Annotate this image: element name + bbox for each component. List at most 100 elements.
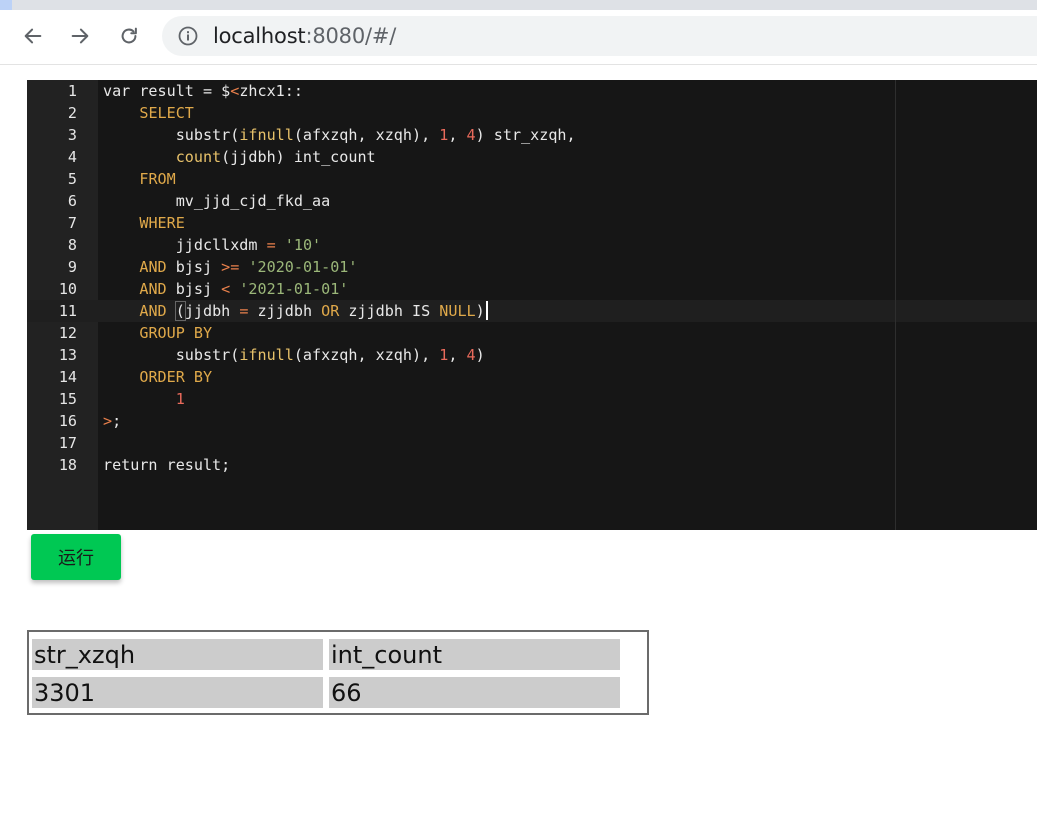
column-header: str_xzqh xyxy=(32,639,323,670)
code-token: ) xyxy=(475,346,485,364)
code-token: ORDER BY xyxy=(139,368,213,386)
line-number: 17 xyxy=(58,434,77,452)
reload-button[interactable] xyxy=(113,20,145,52)
print-margin xyxy=(895,80,896,530)
code-text: >; xyxy=(103,410,121,432)
arrow-right-icon xyxy=(71,28,89,44)
tab-strip xyxy=(0,0,1037,10)
code-text: SELECT xyxy=(103,102,194,124)
url-host: localhost xyxy=(213,24,306,48)
code-token: substr( xyxy=(103,346,240,364)
table-cell: 66 xyxy=(329,677,620,708)
code-token: < xyxy=(230,82,240,100)
address-bar[interactable]: localhost:8080/#/ xyxy=(162,16,1037,56)
code-token: '2021-01-01' xyxy=(239,280,349,298)
line-number: 14 xyxy=(58,368,77,386)
code-token: 1 xyxy=(439,126,449,144)
code-token: jjdbh xyxy=(184,302,240,320)
code-text: var result = $<zhcx1:: xyxy=(103,80,303,102)
code-token: GROUP BY xyxy=(139,324,213,342)
code-text: 1 xyxy=(103,388,185,410)
url-text[interactable]: localhost:8080/#/ xyxy=(213,24,396,48)
result-table: str_xzqh int_count 3301 66 xyxy=(27,630,649,715)
info-icon[interactable] xyxy=(178,26,198,46)
table-header-row: str_xzqh int_count xyxy=(32,639,620,670)
code-token: 4 xyxy=(466,346,476,364)
code-text: GROUP BY xyxy=(103,322,212,344)
reload-icon xyxy=(121,27,137,44)
code-token: var result = $ xyxy=(103,82,231,100)
line-number: 8 xyxy=(67,236,77,254)
code-text: ORDER BY xyxy=(103,366,212,388)
code-token: FROM xyxy=(139,170,176,188)
code-token: jjdcllxdm xyxy=(103,236,267,254)
code-token: AND xyxy=(139,302,167,320)
code-token: 1 xyxy=(175,390,185,408)
code-token: > xyxy=(103,412,113,430)
code-text: AND bjsj >= '2020-01-01' xyxy=(103,256,357,278)
code-token: SELECT xyxy=(139,104,194,122)
code-token: 4 xyxy=(466,126,476,144)
code-text: FROM xyxy=(103,168,176,190)
code-token: NULL xyxy=(439,302,476,320)
code-text: jjdcllxdm = '10' xyxy=(103,234,321,256)
code-token: '10' xyxy=(284,236,322,254)
browser-toolbar: localhost:8080/#/ xyxy=(0,10,1037,65)
code-token: (jjdbh) int_count xyxy=(221,148,376,166)
code-token: 1 xyxy=(439,346,449,364)
code-token: '2020-01-01' xyxy=(248,258,358,276)
code-token: < xyxy=(221,280,231,298)
code-text: AND (jjdbh = zjjdbh OR zjjdbh IS NULL) xyxy=(103,300,488,322)
text-cursor xyxy=(485,301,488,320)
line-number: 16 xyxy=(58,412,77,430)
line-number: 5 xyxy=(67,170,77,188)
line-number: 2 xyxy=(67,104,77,122)
code-token: , xyxy=(448,346,467,364)
code-token: ) xyxy=(475,302,485,320)
code-editor[interactable]: 1 var result = $<zhcx1:: 2 SELECT 3 substr(… xyxy=(27,80,1037,530)
line-number: 10 xyxy=(58,280,77,298)
line-number: 3 xyxy=(67,126,77,144)
code-token: WHERE xyxy=(139,214,185,232)
line-number: 13 xyxy=(58,346,77,364)
code-token: OR xyxy=(321,302,340,320)
code-text: mv_jjd_cjd_fkd_aa xyxy=(103,190,331,212)
line-number: 9 xyxy=(67,258,77,276)
line-number: 7 xyxy=(67,214,77,232)
column-header: int_count xyxy=(329,639,620,670)
code-text: return result; xyxy=(103,454,230,476)
code-text: WHERE xyxy=(103,212,185,234)
line-number: 12 xyxy=(58,324,77,342)
code-token: return result; xyxy=(103,456,231,474)
forward-button[interactable] xyxy=(64,20,96,52)
line-number: 11 xyxy=(58,302,77,320)
code-token: zjjdbh xyxy=(248,302,322,320)
table-row: 3301 66 xyxy=(32,677,620,708)
code-token: ifnull xyxy=(239,126,294,144)
code-token: ) str_xzqh, xyxy=(475,126,576,144)
code-token: bjsj xyxy=(166,280,222,298)
code-token: = xyxy=(266,236,276,254)
code-token: >= xyxy=(221,258,240,276)
code-token: mv_jjd_cjd_fkd_aa xyxy=(103,192,331,210)
line-number: 6 xyxy=(67,192,77,210)
code-text: substr(ifnull(afxzqh, xzqh), 1, 4) str_x… xyxy=(103,124,576,146)
code-token: ( xyxy=(174,301,186,321)
line-number: 18 xyxy=(58,456,77,474)
arrow-left-icon xyxy=(24,28,42,44)
back-button[interactable] xyxy=(17,20,49,52)
line-number: 15 xyxy=(58,390,77,408)
active-tab-edge[interactable] xyxy=(0,0,12,10)
code-text: AND bjsj < '2021-01-01' xyxy=(103,278,348,300)
code-token: ifnull xyxy=(239,346,294,364)
run-button[interactable]: 运行 xyxy=(31,534,121,580)
code-token: zhcx1:: xyxy=(239,82,303,100)
